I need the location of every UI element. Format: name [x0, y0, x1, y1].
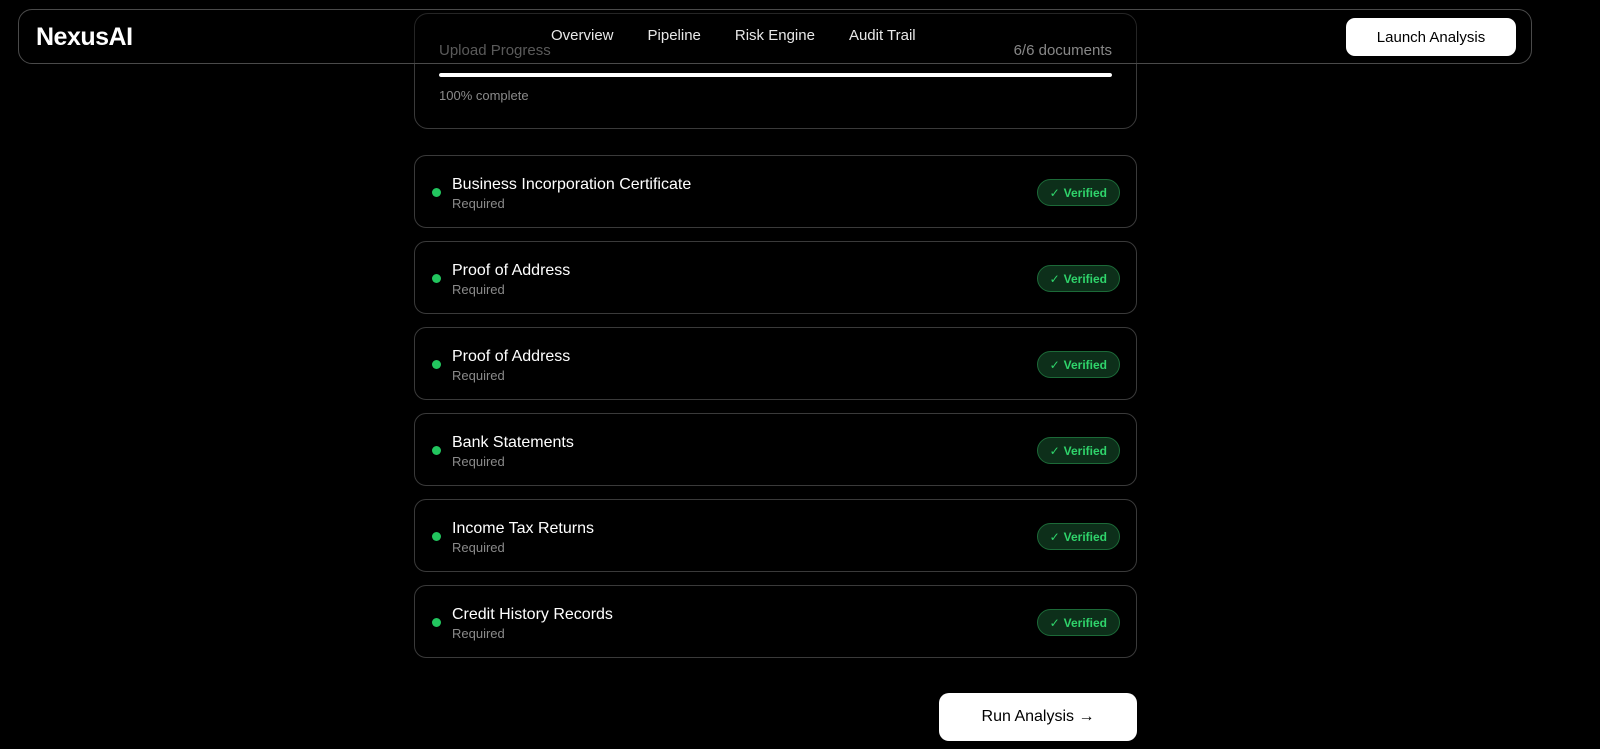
check-icon: ✓ [1049, 357, 1060, 372]
verified-badge: ✓ Verified [1036, 609, 1120, 636]
check-icon: ✓ [1049, 271, 1060, 286]
verified-badge-label: Verified [1063, 185, 1107, 200]
document-title: Business Incorporation Certificate [452, 176, 692, 193]
verified-badge: ✓ Verified [1036, 437, 1120, 464]
status-dot-icon [432, 446, 441, 455]
nav-link-risk-engine[interactable]: Risk Engine [735, 27, 815, 44]
document-requirement: Required [452, 626, 505, 641]
verified-badge-label: Verified [1063, 443, 1107, 458]
verified-badge: ✓ Verified [1036, 265, 1120, 292]
document-item[interactable]: Income Tax Returns Required ✓ Verified [414, 499, 1137, 572]
check-icon: ✓ [1049, 529, 1060, 544]
verified-badge-label: Verified [1063, 529, 1107, 544]
document-requirement: Required [452, 196, 505, 211]
upload-progress-text: 100% complete [439, 88, 529, 103]
check-icon: ✓ [1049, 443, 1060, 458]
document-item[interactable]: Credit History Records Required ✓ Verifi… [414, 585, 1137, 658]
check-icon: ✓ [1049, 185, 1060, 200]
nav-link-pipeline[interactable]: Pipeline [648, 27, 701, 44]
document-title: Bank Statements [452, 434, 574, 451]
document-title: Credit History Records [452, 606, 613, 623]
status-dot-icon [432, 618, 441, 627]
verified-badge: ✓ Verified [1036, 523, 1120, 550]
nav-link-audit-trail[interactable]: Audit Trail [849, 27, 916, 44]
status-dot-icon [432, 274, 441, 283]
verified-badge-label: Verified [1063, 271, 1107, 286]
upload-progress-fill [439, 73, 1112, 77]
app-logo[interactable]: NexusAI [36, 23, 133, 52]
document-item[interactable]: Bank Statements Required ✓ Verified [414, 413, 1137, 486]
launch-analysis-button[interactable]: Launch Analysis [1346, 18, 1516, 56]
upload-progress-track [439, 73, 1112, 77]
document-item[interactable]: Business Incorporation Certificate Requi… [414, 155, 1137, 228]
document-item[interactable]: Proof of Address Required ✓ Verified [414, 327, 1137, 400]
nav-links: Overview Pipeline Risk Engine Audit Trai… [551, 27, 950, 44]
verified-badge-label: Verified [1063, 615, 1107, 630]
document-title: Proof of Address [452, 262, 571, 279]
check-icon: ✓ [1049, 615, 1060, 630]
document-requirement: Required [452, 454, 505, 469]
page: Upload Progress 6/6 documents 100% compl… [0, 0, 1600, 749]
document-requirement: Required [452, 368, 505, 383]
document-title: Proof of Address [452, 348, 571, 365]
nav-link-overview[interactable]: Overview [551, 27, 614, 44]
document-requirement: Required [452, 282, 505, 297]
document-item[interactable]: Proof of Address Required ✓ Verified [414, 241, 1137, 314]
status-dot-icon [432, 360, 441, 369]
verified-badge: ✓ Verified [1036, 179, 1120, 206]
document-list: Business Incorporation Certificate Requi… [414, 155, 1137, 671]
document-title: Income Tax Returns [452, 520, 594, 537]
document-requirement: Required [452, 540, 505, 555]
status-dot-icon [432, 532, 441, 541]
verified-badge: ✓ Verified [1036, 351, 1120, 378]
status-dot-icon [432, 188, 441, 197]
verified-badge-label: Verified [1063, 357, 1107, 372]
top-navbar: NexusAI Overview Pipeline Risk Engine Au… [18, 9, 1532, 64]
run-analysis-button[interactable]: Run Analysis → [939, 693, 1137, 741]
